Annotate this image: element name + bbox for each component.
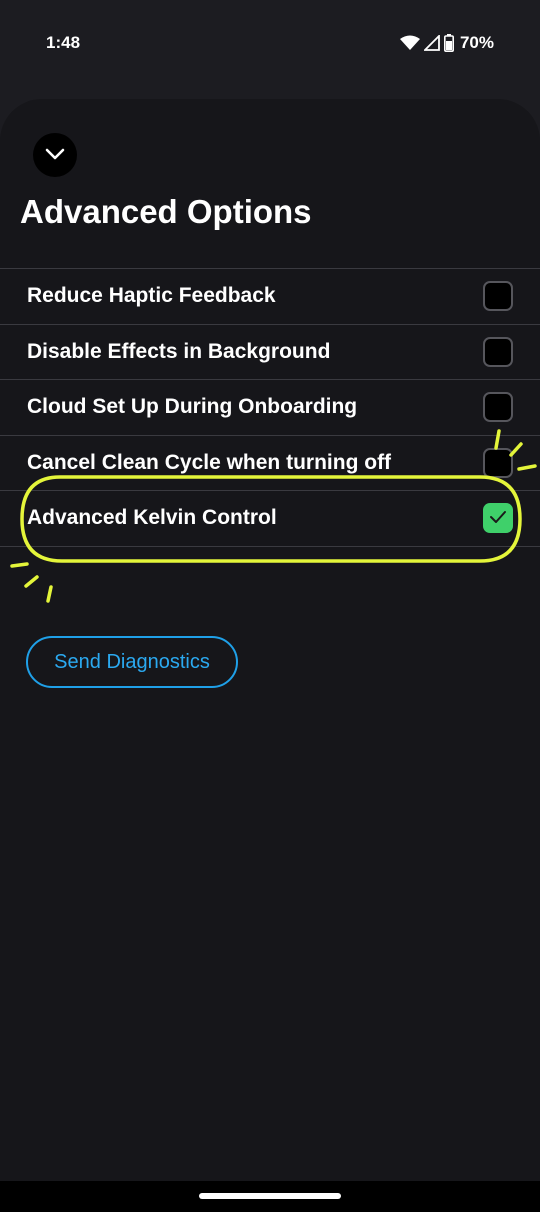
status-bar: 1:48 70% [0, 0, 540, 88]
option-label: Cloud Set Up During Onboarding [27, 395, 358, 419]
option-label: Reduce Haptic Feedback [27, 284, 276, 308]
battery-icon [443, 34, 454, 52]
reduce-haptic-feedback-checkbox[interactable] [483, 281, 513, 312]
checkmark-icon [489, 509, 507, 528]
screen: 1:48 70% Advanced Options Reduce Haptic … [0, 0, 540, 1212]
status-time: 1:48 [46, 33, 81, 52]
cloud-set-up-checkbox[interactable] [483, 392, 513, 423]
advanced-kelvin-control-checkbox[interactable] [483, 503, 513, 534]
option-row-reduce-haptic-feedback[interactable]: Reduce Haptic Feedback [0, 269, 540, 325]
option-label: Disable Effects in Background [27, 339, 331, 363]
collapse-button[interactable] [33, 133, 77, 177]
options-list: Reduce Haptic Feedback Disable Effects i… [0, 268, 540, 547]
option-row-cancel-clean-cycle[interactable]: Cancel Clean Cycle when turning off [0, 436, 540, 491]
disable-effects-checkbox[interactable] [483, 336, 513, 367]
option-label: Advanced Kelvin Control [27, 506, 277, 530]
option-row-disable-effects-in-background[interactable]: Disable Effects in Background [0, 325, 540, 380]
signal-icon [423, 35, 440, 51]
option-row-advanced-kelvin-control[interactable]: Advanced Kelvin Control [0, 491, 540, 547]
navigation-bar [0, 1181, 540, 1212]
home-handle[interactable] [199, 1193, 341, 1199]
send-diagnostics-button[interactable]: Send Diagnostics [26, 636, 238, 688]
cancel-clean-cycle-checkbox[interactable] [483, 447, 513, 478]
option-label: Cancel Clean Cycle when turning off [27, 450, 392, 474]
wifi-icon [399, 35, 420, 51]
advanced-options-sheet: Advanced Options Reduce Haptic Feedback … [0, 99, 540, 1181]
chevron-down-icon [44, 146, 66, 165]
battery-percentage: 70% [459, 33, 494, 52]
option-row-cloud-set-up[interactable]: Cloud Set Up During Onboarding [0, 380, 540, 436]
status-icons: 70% [399, 32, 494, 54]
page-title: Advanced Options [20, 193, 312, 230]
